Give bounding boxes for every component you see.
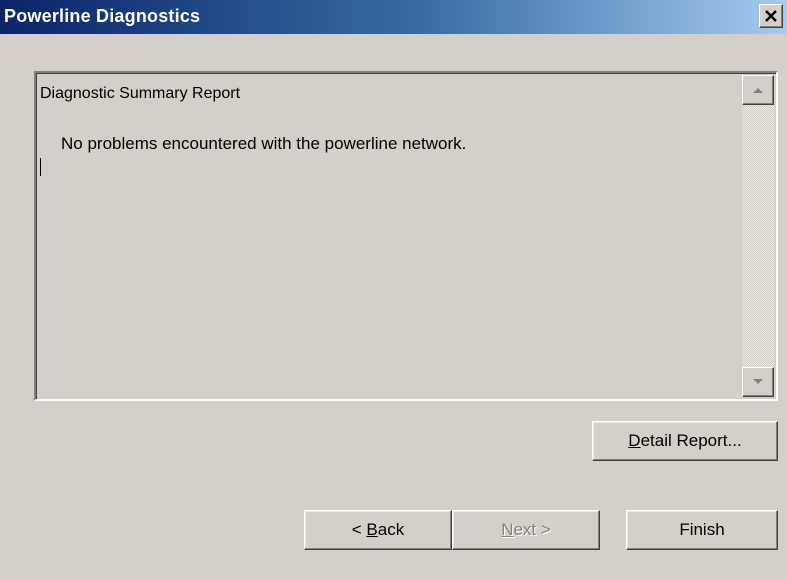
detail-report-label: etail Report... [640, 431, 742, 450]
detail-report-button[interactable]: Detail Report... [592, 421, 778, 461]
next-button[interactable]: Next > [452, 510, 600, 550]
title-bar[interactable]: Powerline Diagnostics [0, 0, 787, 34]
vertical-scrollbar[interactable] [742, 75, 774, 397]
scroll-down-button[interactable] [742, 367, 774, 397]
scroll-up-arrow-icon [753, 88, 763, 93]
finish-button[interactable]: Finish [626, 510, 778, 550]
next-mnemonic: N [501, 520, 514, 539]
finish-label: Finish [679, 520, 725, 539]
dialog-window: Powerline Diagnostics Diagnostic Summary… [0, 0, 787, 580]
report-message: No problems encountered with the powerli… [61, 134, 467, 153]
scroll-up-button[interactable] [742, 75, 774, 105]
close-button[interactable] [759, 4, 783, 28]
back-mnemonic: B [366, 520, 378, 539]
back-prefix: < [351, 520, 367, 539]
next-label: ext > [513, 520, 551, 539]
window-title: Powerline Diagnostics [4, 6, 201, 26]
scroll-down-arrow-icon [753, 379, 763, 384]
report-heading: Diagnostic Summary Report [40, 85, 241, 102]
back-label: ack [377, 520, 405, 539]
text-caret [40, 158, 41, 176]
detail-report-mnemonic: D [628, 431, 641, 450]
back-button[interactable]: < Back [304, 510, 452, 550]
close-icon [765, 10, 777, 22]
report-text-area[interactable]: Diagnostic Summary Report No problems en… [34, 71, 778, 401]
